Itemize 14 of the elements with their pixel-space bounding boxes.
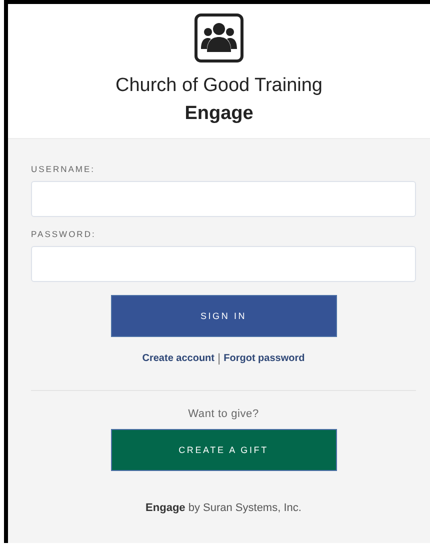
- organization-name: Church of Good Training: [115, 75, 322, 97]
- field-label: PASSWORD:: [31, 229, 96, 239]
- input-field[interactable]: [31, 181, 416, 217]
- link-separator: |: [218, 351, 221, 365]
- link[interactable]: Forgot password: [224, 352, 305, 364]
- sign-in-button[interactable]: SIGN IN: [110, 295, 336, 337]
- field-label: USERNAME:: [31, 164, 96, 174]
- give-prompt: Want to give?: [188, 408, 259, 420]
- input-field[interactable]: [31, 246, 416, 282]
- app-name: Engage: [184, 103, 254, 125]
- create-gift-button[interactable]: CREATE A GIFT: [110, 429, 336, 471]
- footer-text: Engage by Suran Systems, Inc.: [146, 502, 302, 514]
- link[interactable]: Create account: [142, 352, 214, 364]
- people-icon: [194, 13, 244, 63]
